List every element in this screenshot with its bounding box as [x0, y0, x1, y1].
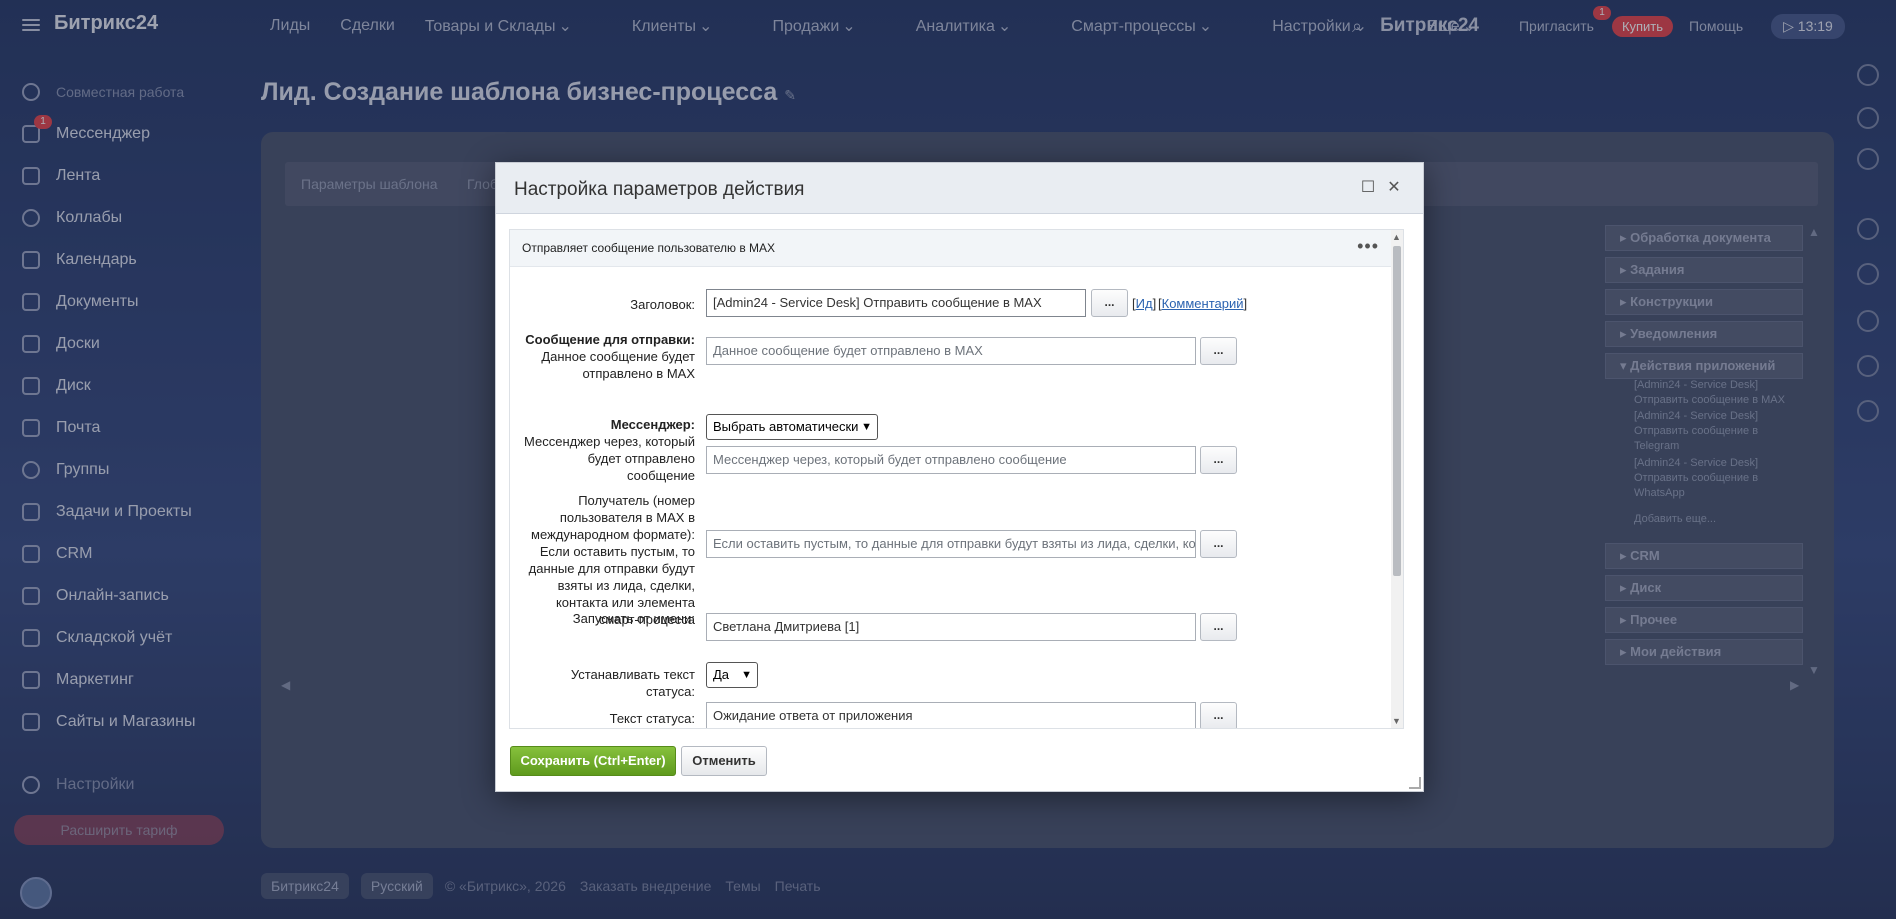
set-status-select[interactable]: Да ▼	[706, 662, 758, 688]
id-link-wrap: [Ид]	[1132, 296, 1157, 311]
dialog-header: Настройка параметров действия ☐ ✕	[496, 163, 1423, 214]
header-input[interactable]: [Admin24 - Service Desk] Отправить сообщ…	[706, 289, 1086, 317]
dialog-scrollbar[interactable]: ▲ ▼	[1391, 230, 1403, 728]
chevron-down-icon: ▼	[861, 421, 872, 433]
message-input[interactable]: Данное сообщение будет отправлено в MAX	[706, 337, 1196, 365]
recipient-picker-button[interactable]: ...	[1200, 530, 1237, 558]
message-label: Сообщение для отправки: Данное сообщение …	[525, 332, 695, 381]
header-label: Заголовок:	[630, 297, 695, 312]
comment-link[interactable]: Комментарий	[1162, 296, 1244, 311]
description-bar: Отправляет сообщение пользователю в MAX …	[510, 230, 1403, 267]
status-text-label: Текст статуса:	[609, 711, 695, 726]
run-as-picker-button[interactable]: ...	[1200, 613, 1237, 641]
save-button[interactable]: Сохранить (Ctrl+Enter)	[510, 746, 676, 776]
more-icon[interactable]: •••	[1357, 236, 1379, 257]
messenger-picker-button[interactable]: ...	[1200, 446, 1237, 474]
status-text-input[interactable]: Ожидание ответа от приложения	[706, 702, 1196, 728]
recipient-label: Получатель (номер пользователя в MAX в м…	[528, 493, 695, 627]
message-picker-button[interactable]: ...	[1200, 337, 1237, 365]
comment-link-wrap: [Комментарий]	[1158, 296, 1248, 311]
action-settings-dialog: Настройка параметров действия ☐ ✕ Отправ…	[495, 162, 1424, 792]
scroll-thumb[interactable]	[1393, 246, 1401, 576]
dialog-body: Отправляет сообщение пользователю в MAX …	[509, 229, 1404, 729]
scroll-down-icon[interactable]: ▼	[1392, 716, 1401, 726]
chevron-down-icon: ▼	[741, 669, 752, 681]
run-as-input[interactable]: Светлана Дмитриева [1]	[706, 613, 1196, 641]
messenger-input[interactable]: Мессенджер через, который будет отправле…	[706, 446, 1196, 474]
recipient-input[interactable]: Если оставить пустым, то данные для отпр…	[706, 530, 1196, 558]
maximize-icon[interactable]: ☐	[1358, 177, 1378, 197]
close-icon[interactable]: ✕	[1384, 177, 1404, 197]
action-description: Отправляет сообщение пользователю в MAX	[522, 241, 776, 255]
cancel-button[interactable]: Отменить	[681, 746, 767, 776]
messenger-label: Мессенджер: Мессенджер через, который буд…	[524, 417, 695, 483]
run-as-label: Запускать от имени:	[572, 611, 695, 626]
set-status-label: Устанавливать текст статуса:	[570, 667, 695, 699]
status-text-picker-button[interactable]: ...	[1200, 702, 1237, 728]
scroll-up-icon[interactable]: ▲	[1392, 232, 1401, 242]
id-link[interactable]: Ид	[1136, 296, 1153, 311]
header-picker-button[interactable]: ...	[1091, 289, 1128, 317]
resize-handle-icon[interactable]	[1409, 777, 1421, 789]
dialog-title: Настройка параметров действия	[514, 179, 805, 200]
messenger-select[interactable]: Выбрать автоматически ▼	[706, 414, 878, 440]
